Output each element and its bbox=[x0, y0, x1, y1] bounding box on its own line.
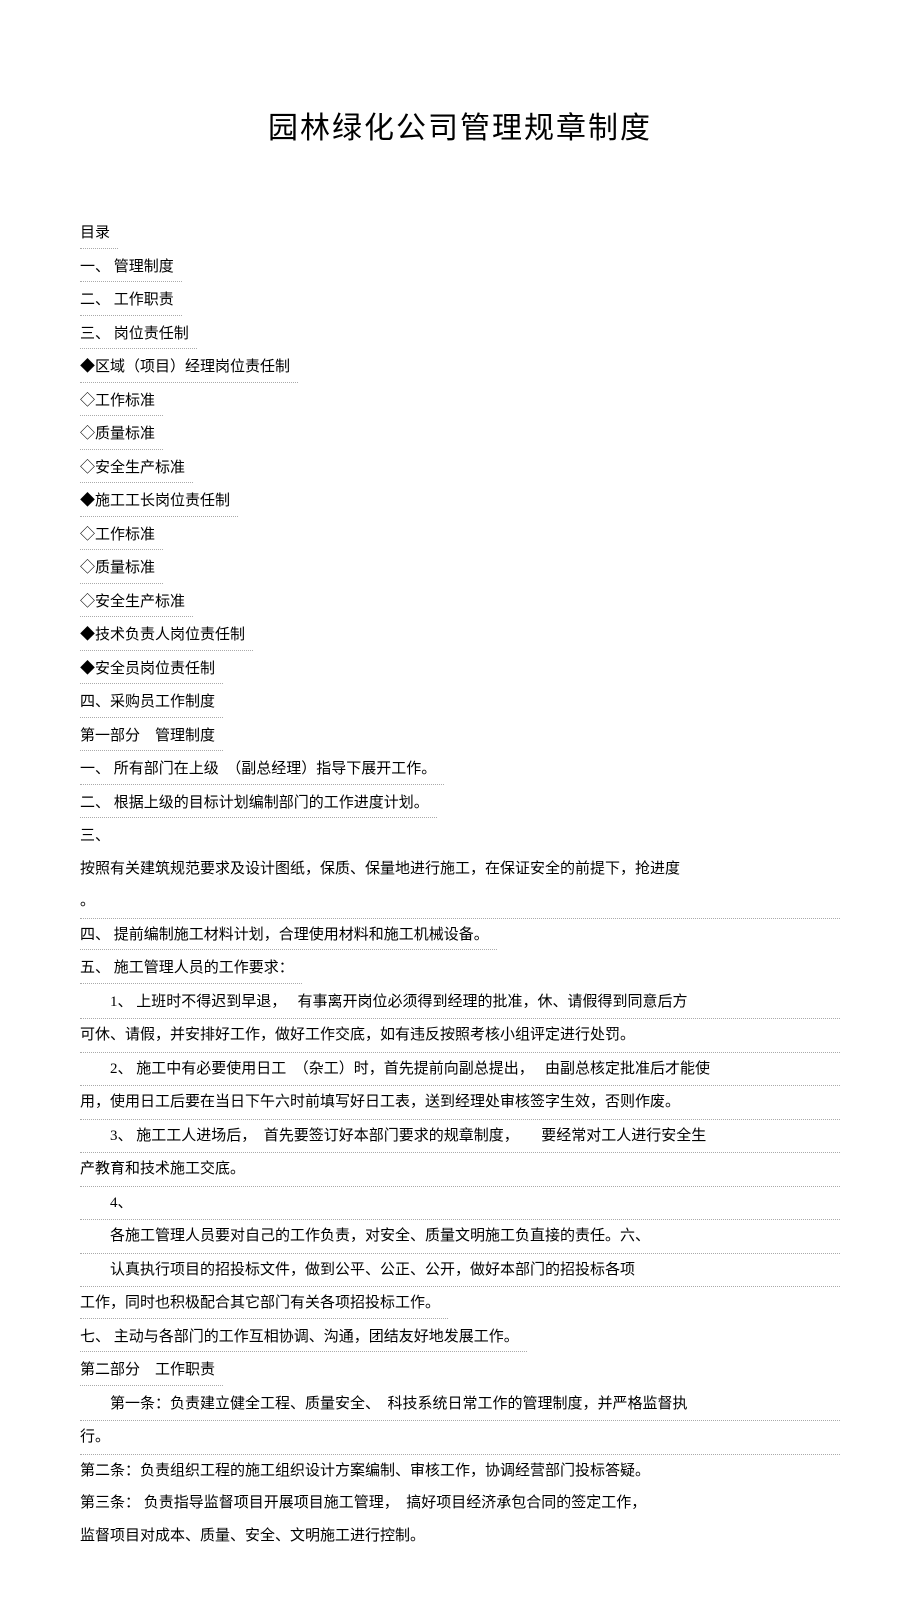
paragraph: 行。 bbox=[80, 1421, 840, 1455]
table-of-contents: 目录 一、 管理制度 二、 工作职责 三、 岗位责任制 ◆区域（项目）经理岗位责… bbox=[80, 217, 840, 720]
paragraph: 第一条：负责建立健全工程、质量安全、 科技系统日常工作的管理制度，并严格监督执 bbox=[80, 1388, 840, 1422]
paragraph: 各施工管理人员要对自己的工作负责，对安全、质量文明施工负直接的责任。六、 bbox=[80, 1220, 840, 1254]
toc-item: ◆区域（项目）经理岗位责任制 bbox=[80, 353, 298, 383]
toc-item: ◇安全生产标准 bbox=[80, 588, 193, 618]
part-1: 第一部分 管理制度 一、 所有部门在上级 （副总经理）指导下展开工作。 二、 根… bbox=[80, 720, 840, 1355]
paragraph: 用，使用日工后要在当日下午六时前填写好日工表，送到经理处审核签字生效，否则作废。 bbox=[80, 1086, 840, 1120]
paragraph: 2、 施工中有必要使用日工 （杂工）时，首先提前向副总提出， 由副总核定批准后才… bbox=[80, 1053, 840, 1087]
toc-item: ◇安全生产标准 bbox=[80, 454, 193, 484]
part-2: 第二部分 工作职责 第一条：负责建立健全工程、质量安全、 科技系统日常工作的管理… bbox=[80, 1354, 840, 1552]
paragraph: 4、 bbox=[80, 1187, 840, 1221]
paragraph: 第三条： 负责指导监督项目开展项目施工管理， 搞好项目经济承包合同的签定工作， bbox=[80, 1487, 840, 1520]
toc-item: 一、 管理制度 bbox=[80, 253, 182, 283]
paragraph: 认真执行项目的招投标文件，做到公平、公正、公开，做好本部门的招投标各项 bbox=[80, 1254, 840, 1288]
toc-item: ◆技术负责人岗位责任制 bbox=[80, 621, 253, 651]
paragraph: 工作，同时也积极配合其它部门有关各项招投标工作。 bbox=[80, 1289, 448, 1319]
paragraph: 3、 施工工人进场后， 首先要签订好本部门要求的规章制度， 要经常对工人进行安全… bbox=[80, 1120, 840, 1154]
toc-heading: 目录 bbox=[80, 219, 118, 249]
part2-heading: 第二部分 工作职责 bbox=[80, 1356, 223, 1386]
paragraph: 第二条：负责组织工程的施工组织设计方案编制、审核工作，协调经营部门投标答疑。 bbox=[80, 1455, 840, 1488]
paragraph: 。 bbox=[80, 885, 840, 919]
toc-item: 四、采购员工作制度 bbox=[80, 688, 223, 718]
toc-item: 三、 岗位责任制 bbox=[80, 320, 197, 350]
document-title: 园林绿化公司管理规章制度 bbox=[80, 100, 840, 157]
paragraph: 1、 上班时不得迟到早退， 有事离开岗位必须得到经理的批准，休、请假得到同意后方 bbox=[80, 986, 840, 1020]
paragraph: 按照有关建筑规范要求及设计图纸，保质、保量地进行施工，在保证安全的前提下，抢进度 bbox=[80, 853, 840, 886]
paragraph: 五、 施工管理人员的工作要求： bbox=[80, 954, 302, 984]
toc-item: ◆安全员岗位责任制 bbox=[80, 655, 223, 685]
paragraph: 四、 提前编制施工材料计划，合理使用材料和施工机械设备。 bbox=[80, 921, 497, 951]
toc-item: ◇质量标准 bbox=[80, 420, 163, 450]
paragraph: 一、 所有部门在上级 （副总经理）指导下展开工作。 bbox=[80, 755, 444, 785]
part1-heading: 第一部分 管理制度 bbox=[80, 722, 223, 752]
toc-item: ◇质量标准 bbox=[80, 554, 163, 584]
paragraph: 三、 bbox=[80, 820, 840, 853]
paragraph: 可休、请假，并安排好工作，做好工作交底，如有违反按照考核小组评定进行处罚。 bbox=[80, 1019, 840, 1053]
paragraph: 产教育和技术施工交底。 bbox=[80, 1153, 840, 1187]
paragraph: 监督项目对成本、质量、安全、文明施工进行控制。 bbox=[80, 1520, 840, 1553]
toc-item: ◇工作标准 bbox=[80, 521, 163, 551]
paragraph: 二、 根据上级的目标计划编制部门的工作进度计划。 bbox=[80, 789, 437, 819]
toc-item: 二、 工作职责 bbox=[80, 286, 182, 316]
toc-item: ◆施工工长岗位责任制 bbox=[80, 487, 238, 517]
toc-item: ◇工作标准 bbox=[80, 387, 163, 417]
paragraph: 七、 主动与各部门的工作互相协调、沟通，团结友好地发展工作。 bbox=[80, 1323, 527, 1353]
